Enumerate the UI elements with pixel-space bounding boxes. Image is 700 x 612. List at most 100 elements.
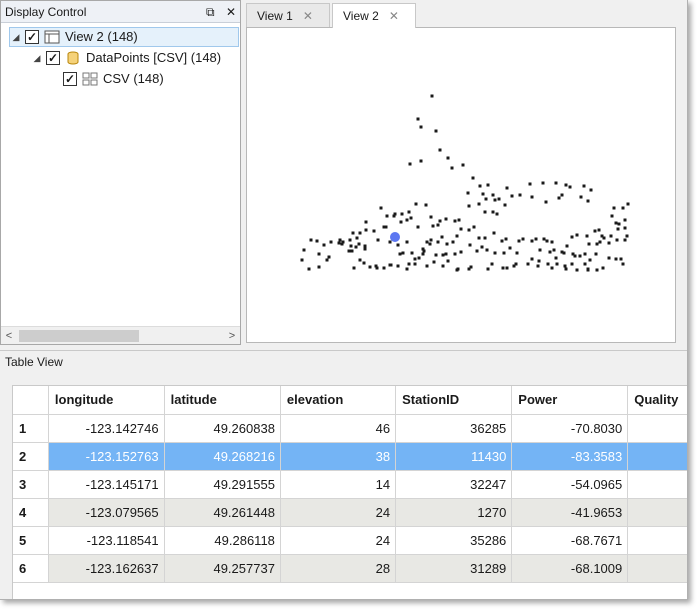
- station-point[interactable]: [355, 236, 359, 240]
- station-point[interactable]: [557, 196, 561, 200]
- station-point[interactable]: [526, 262, 530, 266]
- checkbox-view2[interactable]: ✓: [25, 30, 39, 44]
- station-point[interactable]: [384, 225, 388, 229]
- station-point[interactable]: [548, 250, 552, 254]
- row-header[interactable]: 1: [13, 414, 49, 443]
- station-point[interactable]: [583, 252, 587, 256]
- station-point[interactable]: [354, 245, 358, 249]
- station-point[interactable]: [453, 219, 457, 223]
- station-point[interactable]: [307, 267, 311, 271]
- station-point[interactable]: [625, 234, 629, 238]
- station-point[interactable]: [472, 225, 476, 229]
- station-point[interactable]: [430, 94, 434, 98]
- station-point[interactable]: [601, 266, 605, 270]
- table-cell[interactable]: 49.291555: [164, 470, 281, 499]
- table-cell[interactable]: 49.286118: [164, 526, 281, 555]
- station-point[interactable]: [396, 243, 400, 247]
- station-point[interactable]: [341, 240, 345, 244]
- station-point[interactable]: [495, 212, 499, 216]
- station-point[interactable]: [550, 266, 554, 270]
- station-point[interactable]: [405, 267, 409, 271]
- station-point[interactable]: [348, 238, 352, 242]
- station-point[interactable]: [317, 252, 321, 256]
- table-cell[interactable]: 46: [280, 414, 397, 443]
- station-point[interactable]: [453, 252, 457, 256]
- station-point[interactable]: [518, 193, 522, 197]
- selected-station-marker[interactable]: [390, 232, 400, 242]
- station-point[interactable]: [405, 218, 409, 222]
- table-cell[interactable]: 49.257737: [164, 554, 281, 583]
- station-point[interactable]: [554, 181, 558, 185]
- station-point[interactable]: [363, 244, 367, 248]
- table-cell[interactable]: -123.162637: [48, 554, 165, 583]
- station-point[interactable]: [440, 235, 444, 239]
- table-cell[interactable]: [627, 470, 687, 499]
- station-point[interactable]: [425, 240, 429, 244]
- table-cell[interactable]: [627, 554, 687, 583]
- station-point[interactable]: [595, 242, 599, 246]
- station-point[interactable]: [530, 257, 534, 261]
- tab-view1[interactable]: View 1 ✕: [246, 3, 330, 28]
- station-point[interactable]: [374, 264, 378, 268]
- station-point[interactable]: [619, 257, 623, 261]
- collapse-arrow-icon[interactable]: ◢: [31, 48, 43, 68]
- station-point[interactable]: [491, 193, 495, 197]
- table-cell[interactable]: -83.3583: [511, 442, 629, 471]
- station-point[interactable]: [350, 249, 354, 253]
- station-point[interactable]: [459, 250, 463, 254]
- table-cell[interactable]: [627, 442, 687, 471]
- station-point[interactable]: [575, 233, 579, 237]
- tree-node-datapoints[interactable]: ◢ ✓ DataPoints [CSV] (148): [31, 48, 221, 68]
- station-point[interactable]: [368, 265, 372, 269]
- station-point[interactable]: [372, 229, 376, 233]
- station-point[interactable]: [534, 237, 538, 241]
- station-point[interactable]: [362, 261, 366, 265]
- station-point[interactable]: [446, 156, 450, 160]
- station-point[interactable]: [480, 245, 484, 249]
- station-point[interactable]: [583, 262, 587, 266]
- station-point[interactable]: [438, 219, 442, 223]
- table-row[interactable]: 4 -123.079565 49.261448 24 1270 -41.9653: [13, 498, 687, 527]
- station-point[interactable]: [490, 262, 494, 266]
- station-point[interactable]: [428, 242, 432, 246]
- station-point[interactable]: [621, 262, 625, 266]
- station-point[interactable]: [554, 256, 558, 260]
- column-header[interactable]: StationID: [395, 386, 513, 415]
- float-icon[interactable]: ⧉: [206, 5, 215, 19]
- station-point[interactable]: [610, 214, 614, 218]
- station-point[interactable]: [544, 200, 548, 204]
- station-point[interactable]: [621, 206, 625, 210]
- station-point[interactable]: [589, 188, 593, 192]
- station-point[interactable]: [570, 262, 574, 266]
- table-cell[interactable]: 28: [280, 554, 397, 583]
- station-point[interactable]: [614, 257, 618, 261]
- station-point[interactable]: [467, 267, 471, 271]
- close-tab-icon[interactable]: ✕: [303, 9, 313, 23]
- table-row[interactable]: 6 -123.162637 49.257737 28 31289 -68.1009: [13, 554, 687, 583]
- station-point[interactable]: [401, 251, 405, 255]
- table-cell[interactable]: -123.118541: [48, 526, 165, 555]
- station-point[interactable]: [388, 240, 392, 244]
- station-point[interactable]: [416, 225, 420, 229]
- table-cell[interactable]: -68.1009: [511, 554, 629, 583]
- station-point[interactable]: [445, 242, 449, 246]
- station-point[interactable]: [379, 206, 383, 210]
- station-point[interactable]: [562, 251, 566, 255]
- station-point[interactable]: [358, 231, 362, 235]
- station-point[interactable]: [351, 231, 355, 235]
- station-point[interactable]: [486, 183, 490, 187]
- station-point[interactable]: [309, 238, 313, 242]
- station-point[interactable]: [504, 237, 508, 241]
- station-point[interactable]: [300, 258, 304, 262]
- station-point[interactable]: [413, 262, 417, 266]
- station-point[interactable]: [483, 236, 487, 240]
- station-point[interactable]: [565, 244, 569, 248]
- table-cell[interactable]: 11430: [395, 442, 513, 471]
- table-cell[interactable]: [627, 414, 687, 443]
- station-point[interactable]: [568, 185, 572, 189]
- station-point[interactable]: [444, 252, 448, 256]
- station-point[interactable]: [407, 262, 411, 266]
- station-point[interactable]: [459, 227, 463, 231]
- table-cell[interactable]: -123.079565: [48, 498, 165, 527]
- station-point[interactable]: [612, 206, 616, 210]
